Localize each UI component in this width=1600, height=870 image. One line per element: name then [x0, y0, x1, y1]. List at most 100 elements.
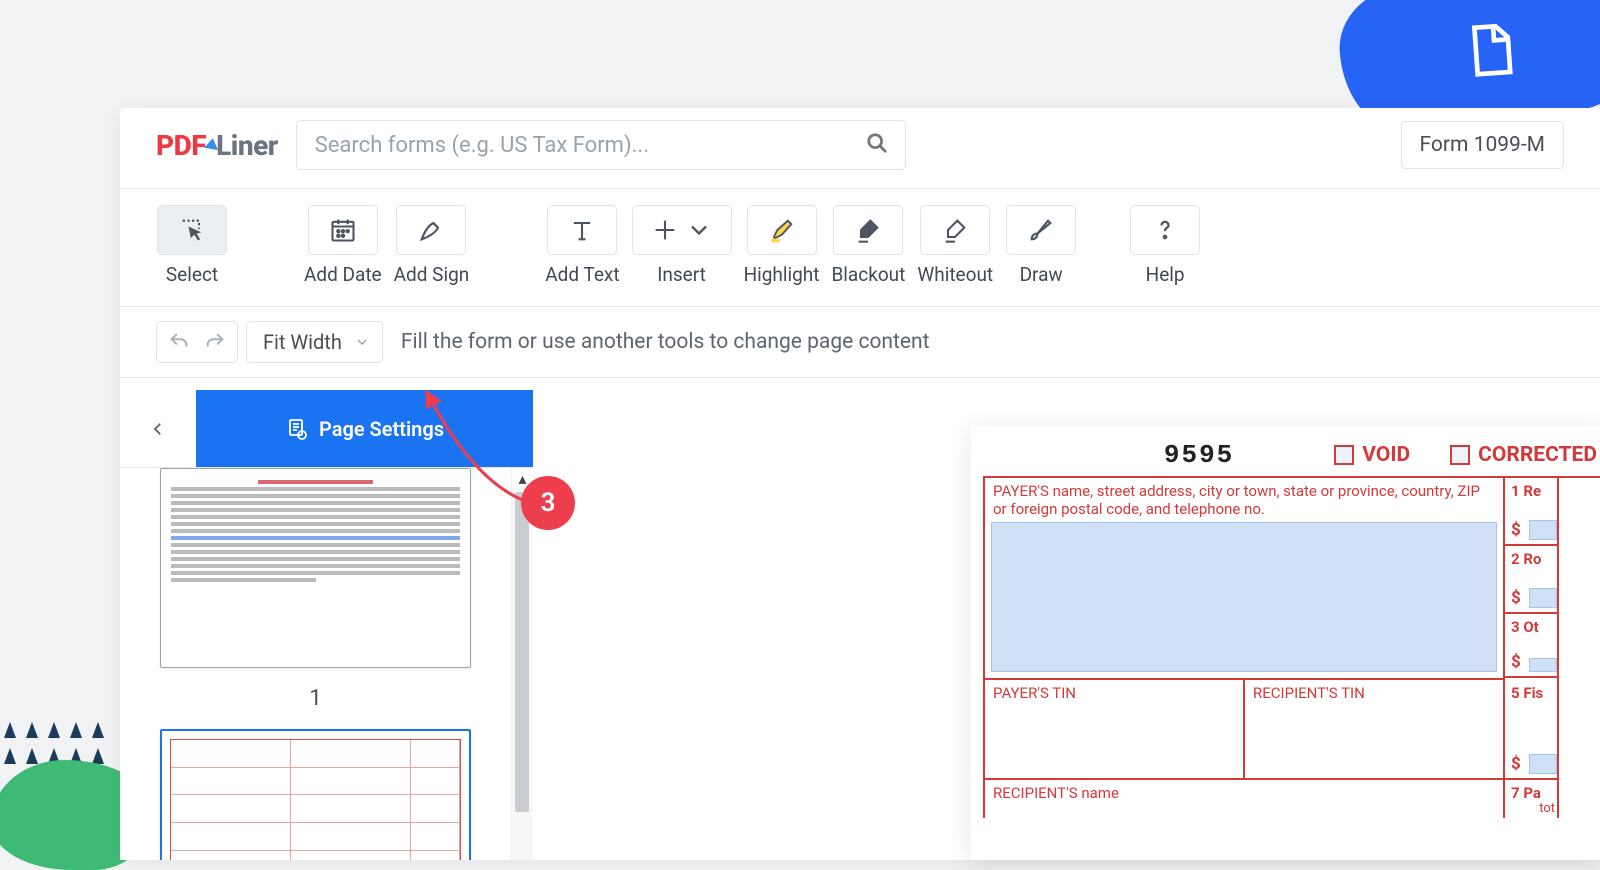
highlight-button[interactable]: [747, 205, 817, 255]
brush-light-icon: [941, 216, 969, 244]
select-button[interactable]: [157, 205, 227, 255]
payer-tin-cell: PAYER'S TIN: [985, 680, 1245, 780]
draw-button[interactable]: [1006, 205, 1076, 255]
search-input[interactable]: [296, 120, 906, 170]
dollar-sign: $: [1511, 754, 1521, 774]
logo-text-pdf: PDF: [156, 129, 206, 162]
tool-help: Help: [1129, 205, 1201, 286]
undo-icon: [168, 331, 190, 353]
box-1-field[interactable]: [1529, 520, 1557, 540]
app-logo: PDF Liner: [156, 129, 278, 162]
add-date-label: Add Date: [304, 263, 382, 286]
add-text-label: Add Text: [545, 263, 619, 286]
whiteout-button[interactable]: [920, 205, 990, 255]
insert-button[interactable]: [632, 205, 732, 255]
right-column-3: 7 Pa tot: [1505, 780, 1559, 818]
brush-dark-icon: [854, 216, 882, 244]
thumbnail-list: 1: [120, 468, 511, 860]
right-column-1: 1 Re $ 2 Ro $ 3 Ot $: [1505, 478, 1559, 680]
question-icon: [1151, 216, 1179, 244]
tool-whiteout: Whiteout: [917, 205, 993, 286]
add-text-button[interactable]: [547, 205, 617, 255]
scroll-up-icon[interactable]: ▴: [512, 468, 533, 488]
sidebar-body: 1 ▴: [120, 468, 533, 860]
undo-redo-group: [156, 321, 228, 363]
corrected-checkbox[interactable]: [1450, 445, 1470, 465]
recipient-tin-label: RECIPIENT'S TIN: [1253, 684, 1365, 702]
scroll-track[interactable]: [512, 488, 533, 860]
workspace: Page Settings 1: [120, 390, 1600, 860]
help-label: Help: [1146, 263, 1185, 286]
highlight-label: Highlight: [744, 263, 820, 286]
insert-label: Insert: [657, 263, 706, 286]
toolbar-hint: Fill the form or use another tools to ch…: [401, 330, 930, 354]
void-label: VOID: [1362, 443, 1410, 467]
box-5-field[interactable]: [1529, 754, 1557, 774]
page-settings-icon: [285, 417, 309, 441]
draw-label: Draw: [1020, 263, 1063, 286]
scroll-thumb[interactable]: [515, 492, 529, 812]
cursor-icon: [178, 216, 206, 244]
highlighter-icon: [768, 216, 796, 244]
sidebar-back-button[interactable]: [120, 390, 196, 467]
tool-add-date: Add Date: [304, 205, 382, 286]
box-5-label: 5 Fis: [1511, 684, 1543, 702]
page-settings-label: Page Settings: [319, 417, 444, 441]
page-settings-button[interactable]: Page Settings: [196, 390, 533, 467]
dollar-sign: $: [1511, 652, 1521, 672]
whiteout-label: Whiteout: [917, 263, 993, 286]
search-field-wrap: [296, 120, 906, 170]
box-1-label: 1 Re: [1511, 482, 1541, 500]
form-header-row: 9595 VOID CORRECTED: [983, 440, 1600, 476]
box-1-cell: 1 Re $: [1505, 478, 1557, 546]
select-label: Select: [166, 263, 218, 286]
box-2-field[interactable]: [1529, 588, 1557, 608]
tool-select: Select: [156, 205, 228, 286]
secondary-toolbar: Fit Width Fill the form or use another t…: [120, 307, 1600, 378]
payer-info-field[interactable]: [991, 522, 1497, 672]
pen-icon: [417, 216, 445, 244]
recipient-name-label: RECIPIENT'S name: [993, 784, 1119, 802]
tool-draw: Draw: [1005, 205, 1077, 286]
dollar-sign: $: [1511, 520, 1521, 540]
page-thumbnail-2[interactable]: [160, 729, 471, 860]
chevron-left-icon: [149, 420, 167, 438]
redo-icon: [204, 331, 226, 353]
help-button[interactable]: [1130, 205, 1200, 255]
tool-insert: Insert: [632, 205, 732, 286]
void-checkbox[interactable]: [1334, 445, 1354, 465]
box-2-cell: 2 Ro $: [1505, 546, 1557, 614]
document-page[interactable]: 9595 VOID CORRECTED PAYER'S name, street: [971, 426, 1600, 860]
chevron-down-icon: [354, 334, 370, 350]
recipient-name-cell: RECIPIENT'S name: [985, 780, 1505, 818]
plus-icon: [651, 216, 679, 244]
page-thumbnail-1[interactable]: [160, 468, 471, 668]
document-title-field[interactable]: Form 1099-M: [1401, 121, 1564, 169]
box-3-field[interactable]: [1529, 658, 1557, 672]
dollar-sign: $: [1511, 588, 1521, 608]
paintbrush-icon: [1027, 216, 1055, 244]
search-icon[interactable]: [866, 132, 888, 158]
logo-triangle-icon: [204, 136, 220, 149]
add-sign-button[interactable]: [396, 205, 466, 255]
mini-form-preview: [170, 739, 461, 860]
box-3-label: 3 Ot: [1511, 618, 1539, 636]
zoom-value: Fit Width: [263, 330, 342, 354]
payer-tin-label: PAYER'S TIN: [993, 684, 1076, 702]
tool-add-sign: Add Sign: [394, 205, 470, 286]
form-grid: PAYER'S name, street address, city or to…: [983, 476, 1600, 818]
blackout-button[interactable]: [833, 205, 903, 255]
sidebar-header: Page Settings: [120, 390, 533, 468]
document-canvas: 9595 VOID CORRECTED PAYER'S name, street: [533, 390, 1600, 860]
form-code: 9595: [1164, 440, 1234, 470]
box-7-cell: 7 Pa tot: [1505, 780, 1557, 818]
redo-button[interactable]: [192, 321, 238, 363]
box-7-label: 7 Pa: [1511, 784, 1541, 802]
sidebar-scrollbar[interactable]: ▴: [511, 468, 533, 860]
box-7b-label: tot: [1539, 801, 1555, 816]
decorative-trees: [4, 722, 124, 764]
box-3-cell: 3 Ot $: [1505, 614, 1557, 678]
zoom-dropdown[interactable]: Fit Width: [246, 321, 383, 363]
add-date-button[interactable]: [308, 205, 378, 255]
logo-text-liner: Liner: [216, 129, 278, 162]
